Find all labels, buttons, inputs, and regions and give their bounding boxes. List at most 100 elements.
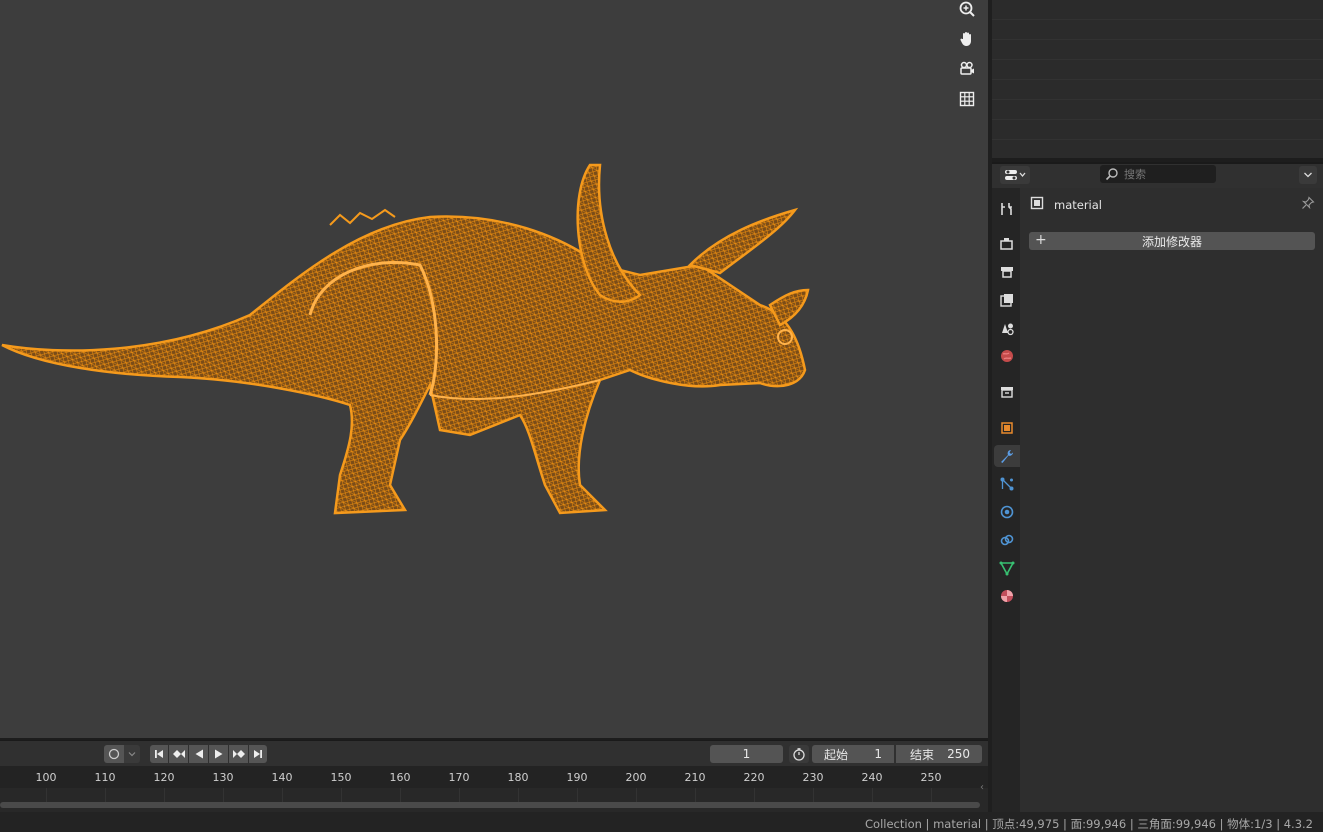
chevron-down-icon[interactable] bbox=[124, 745, 140, 763]
options-dropdown[interactable] bbox=[1299, 166, 1317, 184]
hand-icon[interactable] bbox=[954, 26, 980, 52]
add-modifier-button[interactable]: + 添加修改器 bbox=[1029, 232, 1315, 250]
frame-start-label: 起始 bbox=[824, 747, 849, 762]
plus-icon: + bbox=[1035, 232, 1047, 248]
world-tab-icon[interactable] bbox=[996, 345, 1018, 367]
outliner-panel[interactable] bbox=[992, 0, 1323, 158]
grid-line bbox=[282, 788, 283, 802]
grid-line bbox=[46, 788, 47, 802]
row-divider bbox=[992, 79, 1323, 80]
object-icon bbox=[1030, 196, 1044, 210]
keyframe-record-icon[interactable] bbox=[104, 745, 124, 763]
triceratops-mesh[interactable] bbox=[0, 155, 830, 525]
grid-line bbox=[223, 788, 224, 802]
constraints-tab-icon[interactable] bbox=[996, 529, 1018, 551]
row-divider bbox=[992, 59, 1323, 60]
tick-label: 230 bbox=[802, 771, 824, 784]
tick-label: 150 bbox=[330, 771, 352, 784]
tick-label: 180 bbox=[507, 771, 529, 784]
scene-tab-icon[interactable] bbox=[996, 317, 1018, 339]
grid-line bbox=[459, 788, 460, 802]
data-tab-icon[interactable] bbox=[996, 557, 1018, 579]
chevron-left-icon[interactable]: ‹ bbox=[980, 782, 988, 802]
tick-label: 120 bbox=[153, 771, 175, 784]
current-frame-field[interactable]: 1 bbox=[710, 745, 783, 763]
grid-line bbox=[577, 788, 578, 802]
grid-line bbox=[636, 788, 637, 802]
tick-label: 170 bbox=[448, 771, 470, 784]
tick-label: 190 bbox=[566, 771, 588, 784]
view-layer-tab-icon[interactable] bbox=[996, 289, 1018, 311]
zoom-icon[interactable] bbox=[954, 0, 980, 22]
chevron-down-icon bbox=[1304, 172, 1312, 178]
tick-label: 100 bbox=[35, 771, 57, 784]
frame-start-value: 1 bbox=[874, 747, 882, 761]
modifier-tab-icon[interactable] bbox=[994, 445, 1020, 467]
editor-type-button[interactable] bbox=[1000, 166, 1030, 184]
grid-line bbox=[813, 788, 814, 802]
frame-end-label: 结束 bbox=[910, 747, 935, 762]
grid-line bbox=[695, 788, 696, 802]
material-tab-icon[interactable] bbox=[996, 585, 1018, 607]
search-placeholder: 搜索 bbox=[1124, 168, 1146, 181]
timeline-track[interactable]: ‹ bbox=[0, 782, 988, 812]
play-button[interactable] bbox=[209, 745, 228, 763]
3d-viewport[interactable] bbox=[0, 0, 988, 738]
tick-label: 160 bbox=[389, 771, 411, 784]
tick-label: 210 bbox=[684, 771, 706, 784]
status-text: Collection | material | 顶点:49,975 | 面:99… bbox=[865, 817, 1313, 831]
current-frame-value: 1 bbox=[742, 747, 751, 761]
row-divider bbox=[992, 39, 1323, 40]
tick-label: 130 bbox=[212, 771, 234, 784]
grid-line bbox=[164, 788, 165, 802]
row-divider bbox=[992, 19, 1323, 20]
play-reverse-button[interactable] bbox=[189, 745, 208, 763]
row-divider bbox=[992, 139, 1323, 140]
grid-icon[interactable] bbox=[954, 86, 980, 112]
physics-tab-icon[interactable] bbox=[996, 501, 1018, 523]
add-modifier-label: 添加修改器 bbox=[1141, 234, 1202, 249]
grid-line bbox=[872, 788, 873, 802]
jump-start-button[interactable] bbox=[150, 745, 168, 763]
timeline-ruler[interactable]: 100 110 120 130 140 150 160 170 180 190 … bbox=[0, 766, 988, 788]
object-name: material bbox=[1054, 198, 1102, 212]
grid-line bbox=[518, 788, 519, 802]
properties-panel: material bbox=[1020, 188, 1323, 812]
particles-tab-icon[interactable] bbox=[996, 473, 1018, 495]
status-bar: Collection | material | 顶点:49,975 | 面:99… bbox=[0, 812, 1323, 832]
tick-label: 220 bbox=[743, 771, 765, 784]
row-divider bbox=[992, 99, 1323, 100]
stopwatch-icon[interactable] bbox=[789, 745, 809, 763]
camera-icon[interactable] bbox=[954, 56, 980, 82]
jump-end-button[interactable] bbox=[249, 745, 267, 763]
row-divider bbox=[992, 119, 1323, 120]
grid-line bbox=[341, 788, 342, 802]
grid-line bbox=[754, 788, 755, 802]
search-icon bbox=[1105, 168, 1118, 181]
object-tab-icon[interactable] bbox=[996, 417, 1018, 439]
pin-icon[interactable] bbox=[1301, 196, 1315, 210]
grid-line bbox=[931, 788, 932, 802]
grid-line bbox=[105, 788, 106, 802]
tick-label: 250 bbox=[920, 771, 942, 784]
search-input[interactable]: 搜索 bbox=[1100, 165, 1216, 183]
properties-header: 搜索 bbox=[992, 162, 1323, 188]
output-tab-icon[interactable] bbox=[996, 261, 1018, 283]
tick-label: 140 bbox=[271, 771, 293, 784]
frame-end-value: 250 bbox=[947, 747, 970, 761]
frame-start-field[interactable]: 起始 1 bbox=[812, 745, 894, 763]
grid-line bbox=[400, 788, 401, 802]
frame-end-field[interactable]: 结束 250 bbox=[896, 745, 982, 763]
prev-keyframe-button[interactable] bbox=[169, 745, 188, 763]
properties-tab-bar bbox=[992, 188, 1020, 812]
tick-label: 240 bbox=[861, 771, 883, 784]
render-tab-icon[interactable] bbox=[996, 233, 1018, 255]
horizontal-scrollbar[interactable] bbox=[0, 802, 980, 808]
next-keyframe-button[interactable] bbox=[229, 745, 248, 763]
tick-label: 110 bbox=[94, 771, 116, 784]
timeline-header: 1 起始 1 结束 250 bbox=[0, 740, 988, 767]
tool-tab-icon[interactable] bbox=[996, 198, 1018, 220]
tick-label: 200 bbox=[625, 771, 647, 784]
editor-type-icon bbox=[1005, 170, 1026, 180]
collection-tab-icon[interactable] bbox=[996, 381, 1018, 403]
